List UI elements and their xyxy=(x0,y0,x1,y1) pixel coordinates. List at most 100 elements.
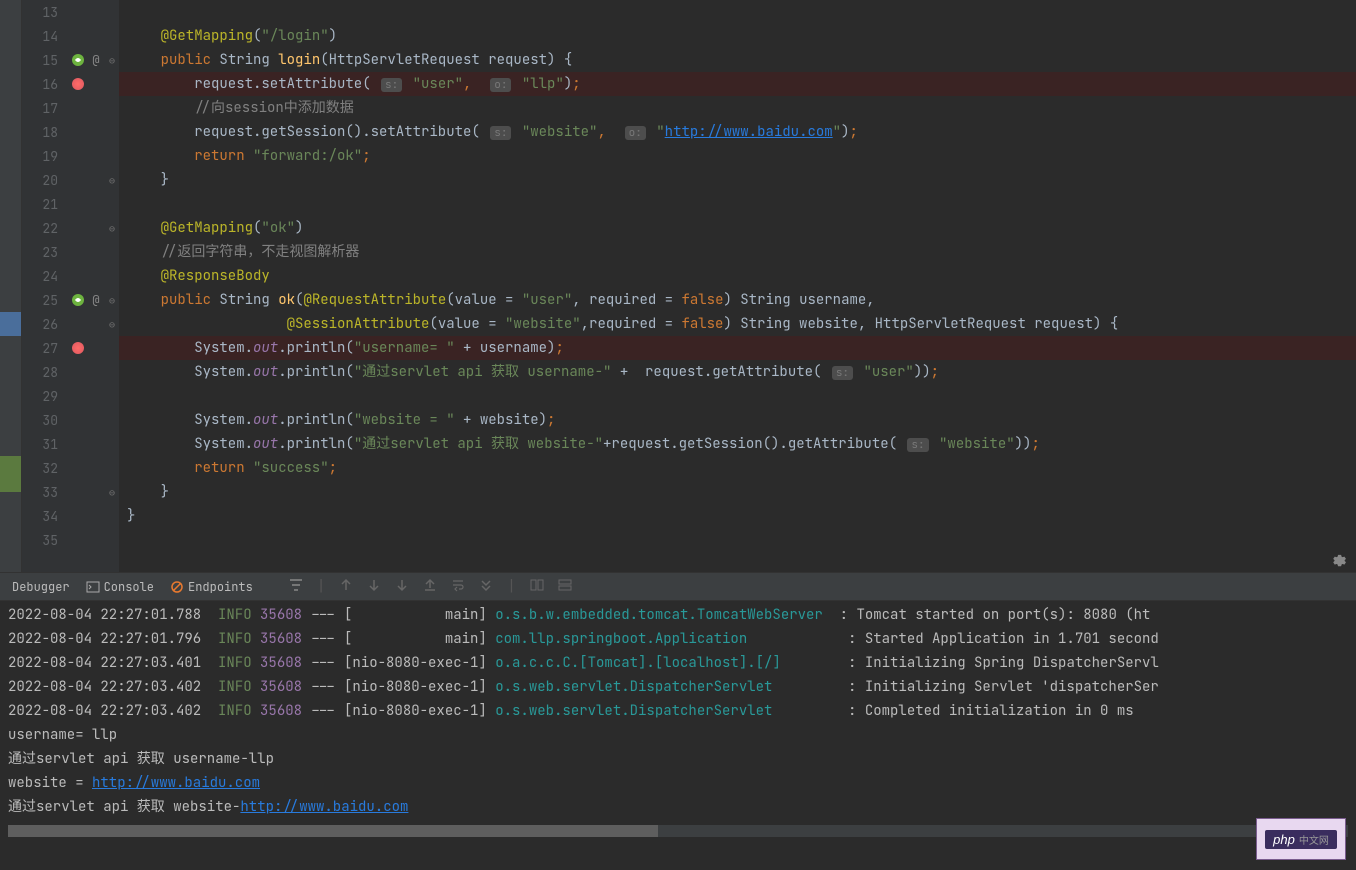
gutter-line[interactable]: 20 ⊖ xyxy=(22,168,119,192)
line-number: 16 xyxy=(22,76,66,93)
gutter-line[interactable]: 31 xyxy=(22,432,119,456)
line-number: 33 xyxy=(22,484,66,501)
code-line[interactable]: request.getSession().setAttribute( s: "w… xyxy=(119,120,1356,144)
stdout-line: 通过servlet api 获取 username-llp xyxy=(8,747,1348,771)
gutter-line[interactable]: 17 xyxy=(22,96,119,120)
gutter-line[interactable]: 33 ⊖ xyxy=(22,480,119,504)
down-arrow-icon[interactable] xyxy=(367,578,381,592)
spring-icon[interactable] xyxy=(70,292,86,308)
tab-console-label: Console xyxy=(104,579,154,595)
scroll-end-icon[interactable] xyxy=(479,578,493,592)
tab-endpoints-label: Endpoints xyxy=(188,579,253,595)
gear-icon[interactable] xyxy=(1332,553,1346,567)
code-line[interactable]: //返回字符串，不走视图解析器 xyxy=(119,240,1356,264)
badge-text: php xyxy=(1273,832,1295,847)
code-line[interactable]: System.out.println("通过servlet api 获取 use… xyxy=(119,360,1356,384)
console-output[interactable]: 2022-08-04 22:27:01.788 INFO 35608 --- [… xyxy=(0,601,1356,870)
code-line[interactable] xyxy=(119,384,1356,408)
code-line[interactable]: } xyxy=(119,480,1356,504)
gutter-line[interactable]: 19 xyxy=(22,144,119,168)
gutter-line[interactable]: 15 @ ⊖ xyxy=(22,48,119,72)
line-number: 24 xyxy=(22,268,66,285)
gutter-line[interactable]: 26⊖ xyxy=(22,312,119,336)
line-number: 22 xyxy=(22,220,66,237)
breakpoint-icon[interactable] xyxy=(70,76,86,92)
gutter-line[interactable]: 29 xyxy=(22,384,119,408)
line-number: 19 xyxy=(22,148,66,165)
code-line[interactable] xyxy=(119,192,1356,216)
layout-icon[interactable] xyxy=(530,578,544,592)
line-number: 29 xyxy=(22,388,66,405)
layout-2-icon[interactable] xyxy=(558,578,572,592)
gutter-line[interactable]: 22 ⊖ xyxy=(22,216,119,240)
code-editor[interactable]: @GetMapping("/login") public String logi… xyxy=(119,0,1356,572)
up-icon[interactable] xyxy=(339,578,353,592)
tab-endpoints[interactable]: Endpoints xyxy=(170,579,253,595)
code-line[interactable]: @GetMapping("/login") xyxy=(119,24,1356,48)
php-badge: php中文网 xyxy=(1256,818,1346,860)
line-number: 17 xyxy=(22,100,66,117)
scrollbar-thumb[interactable] xyxy=(8,825,658,837)
code-line[interactable]: public String login(HttpServletRequest r… xyxy=(119,48,1356,72)
code-line[interactable]: public String ok(@RequestAttribute(value… xyxy=(119,288,1356,312)
code-line[interactable]: @GetMapping("ok") xyxy=(119,216,1356,240)
gutter-line[interactable]: 34 xyxy=(22,504,119,528)
code-line[interactable]: return "forward:/ok"; xyxy=(119,144,1356,168)
code-line[interactable] xyxy=(119,528,1356,552)
log-line: 2022-08-04 22:27:03.401 INFO 35608 --- [… xyxy=(8,651,1348,675)
panel-toolbar: | | xyxy=(289,578,572,596)
url-link[interactable]: http://www.baidu.com xyxy=(240,798,408,816)
breakpoint-icon[interactable] xyxy=(70,340,86,356)
fold-icon[interactable]: ⊖ xyxy=(109,222,115,235)
fold-icon[interactable]: ⊖ xyxy=(109,294,115,307)
fold-icon[interactable]: ⊖ xyxy=(109,486,115,499)
fold-icon[interactable]: ⊖ xyxy=(109,174,115,187)
annotation-icon[interactable]: @ xyxy=(92,52,99,68)
tab-console[interactable]: Console xyxy=(86,579,154,595)
export-icon[interactable] xyxy=(423,578,437,592)
fold-icon[interactable]: ⊖ xyxy=(109,318,115,331)
code-line[interactable]: request.setAttribute( s: "user", o: "llp… xyxy=(119,72,1356,96)
gutter-line[interactable]: 25@⊖ xyxy=(22,288,119,312)
url-link[interactable]: http://www.baidu.com xyxy=(92,774,260,792)
gutter-line[interactable]: 23 xyxy=(22,240,119,264)
code-line[interactable]: } xyxy=(119,168,1356,192)
horizontal-scrollbar[interactable] xyxy=(8,825,1348,837)
gutter-line[interactable]: 18 xyxy=(22,120,119,144)
wrap-icon[interactable] xyxy=(451,578,465,592)
line-number: 15 xyxy=(22,52,66,69)
gutter-line[interactable]: 27 xyxy=(22,336,119,360)
code-line[interactable]: System.out.println("通过servlet api 获取 web… xyxy=(119,432,1356,456)
gutter-line[interactable]: 14 xyxy=(22,24,119,48)
code-line[interactable]: System.out.println("username= " + userna… xyxy=(119,336,1356,360)
vcs-change-marker[interactable] xyxy=(0,456,21,492)
endpoints-icon xyxy=(170,580,184,594)
spring-icon[interactable] xyxy=(70,52,86,68)
code-line[interactable]: return "success"; xyxy=(119,456,1356,480)
line-number: 27 xyxy=(22,340,66,357)
filter-icon[interactable] xyxy=(289,578,303,592)
gutter-line[interactable]: 28 xyxy=(22,360,119,384)
code-line[interactable] xyxy=(119,0,1356,24)
down-arrow-2-icon[interactable] xyxy=(395,578,409,592)
fold-icon[interactable]: ⊖ xyxy=(109,54,115,67)
gutter-line[interactable]: 13 xyxy=(22,0,119,24)
left-stripe xyxy=(0,0,22,572)
code-line[interactable]: } xyxy=(119,504,1356,528)
annotation-icon[interactable]: @ xyxy=(92,292,99,308)
gutter-line[interactable]: 24 xyxy=(22,264,119,288)
code-line[interactable]: @SessionAttribute(value = "website",requ… xyxy=(119,312,1356,336)
code-line[interactable]: @ResponseBody xyxy=(119,264,1356,288)
gutter-line[interactable]: 16 xyxy=(22,72,119,96)
code-line[interactable]: //向session中添加数据 xyxy=(119,96,1356,120)
gutter-line[interactable]: 21 xyxy=(22,192,119,216)
gutter[interactable]: 131415@⊖1617181920⊖2122⊖232425@⊖26⊖27282… xyxy=(22,0,119,572)
log-line: 2022-08-04 22:27:01.796 INFO 35608 --- [… xyxy=(8,627,1348,651)
tab-debugger[interactable]: Debugger xyxy=(12,579,70,595)
gutter-line[interactable]: 32 xyxy=(22,456,119,480)
gutter-line[interactable]: 30 xyxy=(22,408,119,432)
line-number: 20 xyxy=(22,172,66,189)
gutter-line[interactable]: 35 xyxy=(22,528,119,552)
bookmark-highlight[interactable] xyxy=(0,312,21,336)
code-line[interactable]: System.out.println("website = " + websit… xyxy=(119,408,1356,432)
